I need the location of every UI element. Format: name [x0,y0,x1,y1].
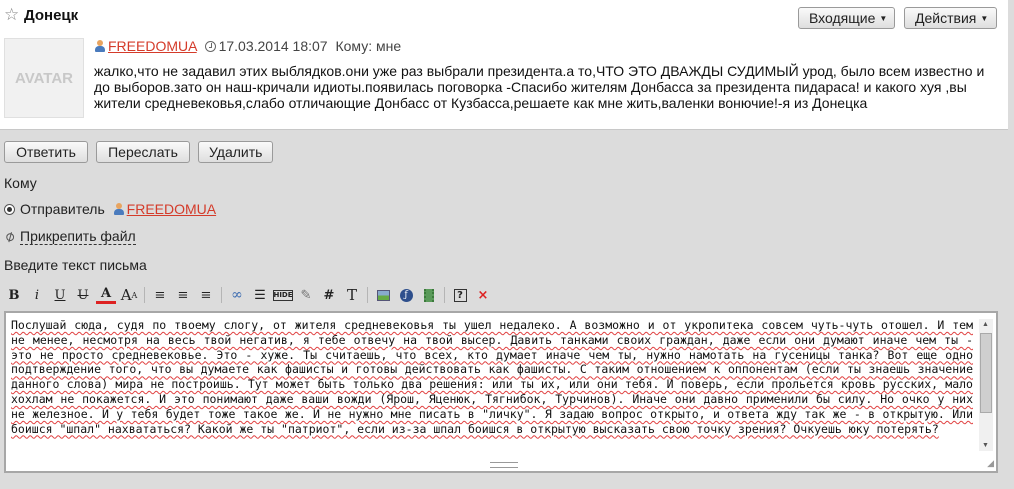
toolbar-separator [144,287,145,303]
message-editor[interactable]: Послушай сюда, судя по твоему слогу, от … [4,311,998,473]
scroll-up-icon[interactable]: ▲ [982,321,989,328]
font-color-icon[interactable]: A [96,286,116,304]
scroll-down-icon[interactable]: ▼ [982,442,989,449]
inbox-button-label: Входящие [809,10,876,26]
attach-file[interactable]: ⌀ Прикрепить файл [2,227,136,246]
resize-handle[interactable] [490,462,518,468]
bold-icon[interactable]: B [4,285,24,305]
remove-format-icon[interactable]: × [473,285,493,305]
link-icon[interactable]: ∞ [227,285,247,305]
editor-textarea[interactable]: Послушай сюда, судя по твоему слогу, от … [11,318,973,436]
image-icon[interactable] [373,285,393,305]
user-icon [113,203,125,216]
toolbar-separator [221,287,222,303]
sender-radio[interactable] [4,204,15,215]
star-icon[interactable]: ☆ [4,6,19,24]
author-link[interactable]: FREEDOMUA [108,38,197,54]
message-body: жалко,что не задавил этих выблядков.они … [94,63,985,111]
delete-button[interactable]: Удалить [198,141,273,163]
toolbar-separator [444,287,445,303]
sender-link[interactable]: FREEDOMUA [127,201,216,217]
chevron-down-icon: ▼ [879,14,888,24]
message-date: 17.03.2014 18:07 [218,38,328,54]
to-label: Кому [4,175,37,191]
attach-file-link[interactable]: Прикрепить файл [20,228,136,245]
sender-option-label: Отправитель [20,201,105,217]
align-center-icon[interactable]: ≡ [173,285,193,305]
italic-icon[interactable]: i [27,285,47,305]
message-subject: Донецк [24,7,79,24]
actions-button-label: Действия [915,10,977,26]
font-size-icon[interactable]: AA [119,285,139,305]
forward-button[interactable]: Переслать [96,141,190,163]
edit-icon[interactable]: ✎ [296,285,316,305]
editor-toolbar: B i U U A AA ≡ ≡ ≡ ∞ ☰ HIDE ✎ # T ƒ ? × [4,283,998,307]
paperclip-icon: ⌀ [1,226,18,247]
message-recipient: Кому: мне [335,38,402,54]
list-icon[interactable]: ☰ [250,285,270,305]
align-left-icon[interactable]: ≡ [150,285,170,305]
text-icon[interactable]: T [342,285,362,305]
user-icon [94,40,106,53]
avatar: AVATAR [4,38,84,118]
scrollbar[interactable]: ▲ ▼ [979,319,993,451]
inbox-dropdown-button[interactable]: Входящие ▼ [798,7,895,29]
text-label: Введите текст письма [4,257,147,273]
resize-corner-icon[interactable]: ◢ [987,458,994,469]
chevron-down-icon: ▼ [980,14,989,24]
actions-dropdown-button[interactable]: Действия ▼ [904,7,997,29]
flash-icon[interactable]: ƒ [396,285,416,305]
align-right-icon[interactable]: ≡ [196,285,216,305]
reply-button[interactable]: Ответить [4,141,88,163]
clock-icon [204,41,216,52]
toolbar-separator [367,287,368,303]
hash-icon[interactable]: # [319,285,339,305]
strikethrough-icon[interactable]: U [73,285,93,305]
hide-icon[interactable]: HIDE [273,289,293,301]
sender-option[interactable]: Отправитель FREEDOMUA [4,201,216,217]
message-panel: ☆ Донецк Входящие ▼ Действия ▼ AVATAR FREE… [0,0,1008,130]
help-icon[interactable]: ? [450,285,470,305]
message-meta: FREEDOMUA 17.03.2014 18:07 Кому: мне [94,38,401,54]
underline-icon[interactable]: U [50,285,70,305]
scroll-thumb[interactable] [980,333,992,413]
video-icon[interactable] [419,285,439,305]
